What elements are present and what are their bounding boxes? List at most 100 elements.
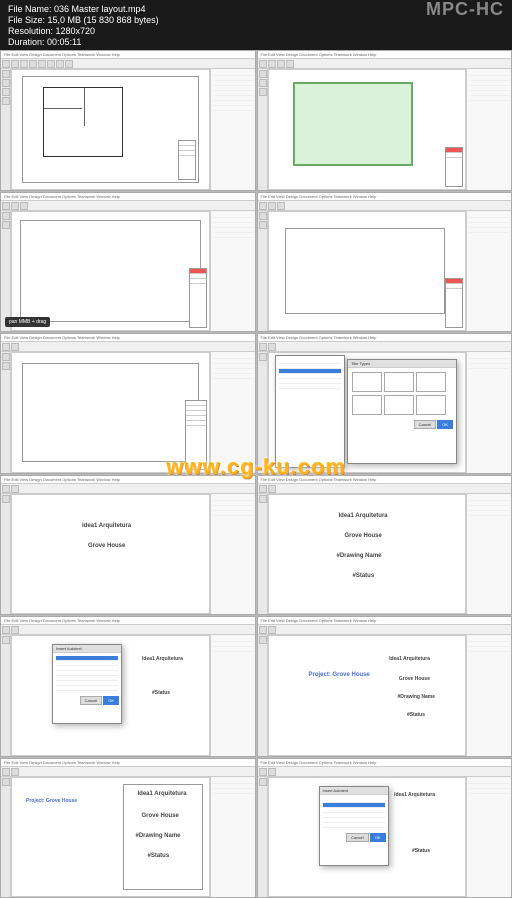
tool-icon[interactable]: [2, 768, 10, 776]
tool-icon[interactable]: [2, 353, 10, 361]
tool-icon[interactable]: [268, 343, 276, 351]
canvas[interactable]: [11, 69, 210, 190]
tool-icon[interactable]: [277, 202, 285, 210]
tool-icon[interactable]: [2, 485, 10, 493]
tool-icon[interactable]: [2, 636, 10, 644]
side-panel[interactable]: [210, 635, 255, 756]
tool-icon[interactable]: [29, 60, 37, 68]
side-panel[interactable]: [210, 352, 255, 473]
side-panel[interactable]: [466, 777, 511, 898]
thumb-4[interactable]: File Edit View Design Document Options T…: [257, 192, 512, 333]
tool-icon[interactable]: [259, 636, 267, 644]
side-panel[interactable]: [210, 494, 255, 615]
tool-icon[interactable]: [268, 202, 276, 210]
tool-icon[interactable]: [2, 495, 10, 503]
tool-icon[interactable]: [259, 485, 267, 493]
side-panel[interactable]: [210, 777, 255, 898]
ok-button[interactable]: OK: [103, 696, 119, 705]
canvas[interactable]: Project: Grove House Idea1 Arquitetura G…: [268, 635, 467, 756]
cancel-button[interactable]: Cancel: [414, 420, 436, 429]
tool-icon[interactable]: [259, 60, 267, 68]
tool-icon[interactable]: [259, 626, 267, 634]
side-panel[interactable]: [466, 211, 511, 332]
tool-icon[interactable]: [11, 768, 19, 776]
canvas[interactable]: [11, 211, 210, 332]
tool-icon[interactable]: [268, 768, 276, 776]
thumb-7[interactable]: File Edit View Design Document Options T…: [0, 475, 256, 616]
tool-icon[interactable]: [259, 88, 267, 96]
canvas[interactable]: Title Types Cancel OK: [268, 352, 467, 473]
autotext-dialog[interactable]: Insert Autotext Cancel OK: [319, 786, 389, 866]
tool-icon[interactable]: [2, 88, 10, 96]
thumb-3[interactable]: File Edit View Design Document Options T…: [0, 192, 256, 333]
thumb-10[interactable]: File Edit View Design Document Options T…: [257, 616, 512, 757]
side-panel[interactable]: [466, 494, 511, 615]
thumb-6[interactable]: File Edit View Design Document Options T…: [257, 333, 512, 474]
tool-icon[interactable]: [2, 362, 10, 370]
tool-icon[interactable]: [259, 495, 267, 503]
cancel-button[interactable]: Cancel: [346, 833, 368, 842]
tool-icon[interactable]: [11, 343, 19, 351]
tool-icon[interactable]: [259, 768, 267, 776]
canvas[interactable]: Project: Grove House Idea1 Arquitetura G…: [11, 777, 210, 898]
side-panel[interactable]: [210, 211, 255, 332]
tool-icon[interactable]: [20, 60, 28, 68]
side-panel[interactable]: [466, 635, 511, 756]
tool-icon[interactable]: [2, 70, 10, 78]
canvas[interactable]: Insert Autotext Cancel OK Idea1 Arquitet…: [268, 777, 467, 898]
tool-icon[interactable]: [277, 60, 285, 68]
tool-icon[interactable]: [2, 97, 10, 105]
tool-icon[interactable]: [268, 626, 276, 634]
tool-icon[interactable]: [268, 60, 276, 68]
thumb-1[interactable]: File Edit View Design Document Options T…: [0, 50, 256, 191]
title-types-dialog[interactable]: Title Types Cancel OK: [347, 359, 457, 464]
tool-icon[interactable]: [268, 485, 276, 493]
tool-icon[interactable]: [38, 60, 46, 68]
canvas[interactable]: Idea1 Arquitetura Grove House #Drawing N…: [268, 494, 467, 615]
thumb-5[interactable]: File Edit View Design Document Options T…: [0, 333, 256, 474]
thumb-2[interactable]: File Edit View Design Document Options T…: [257, 50, 512, 191]
tool-icon[interactable]: [259, 202, 267, 210]
thumb-12[interactable]: File Edit View Design Document Options T…: [257, 758, 512, 898]
thumb-8[interactable]: File Edit View Design Document Options T…: [257, 475, 512, 616]
tool-icon[interactable]: [2, 778, 10, 786]
tool-icon[interactable]: [47, 60, 55, 68]
tool-icon[interactable]: [2, 626, 10, 634]
tool-icon[interactable]: [259, 221, 267, 229]
canvas[interactable]: [268, 69, 467, 190]
tool-icon[interactable]: [2, 60, 10, 68]
ok-button[interactable]: OK: [370, 833, 386, 842]
tool-icon[interactable]: [11, 626, 19, 634]
ok-button[interactable]: OK: [437, 420, 453, 429]
tool-icon[interactable]: [259, 212, 267, 220]
tool-icon[interactable]: [65, 60, 73, 68]
thumb-11[interactable]: File Edit View Design Document Options T…: [0, 758, 256, 898]
navigator-panel[interactable]: [210, 69, 255, 190]
tool-icon[interactable]: [259, 70, 267, 78]
tool-icon[interactable]: [2, 343, 10, 351]
tool-icon[interactable]: [2, 212, 10, 220]
tool-icon[interactable]: [56, 60, 64, 68]
tool-icon[interactable]: [2, 221, 10, 229]
tool-icon[interactable]: [259, 353, 267, 361]
tool-icon[interactable]: [11, 485, 19, 493]
side-panel[interactable]: [466, 352, 511, 473]
navigator-panel[interactable]: [466, 69, 511, 190]
thumb-9[interactable]: File Edit View Design Document Options T…: [0, 616, 256, 757]
tool-icon[interactable]: [286, 60, 294, 68]
canvas[interactable]: Insert Autotext Cancel OK Idea1 Arquitet…: [11, 635, 210, 756]
cancel-button[interactable]: Cancel: [80, 696, 102, 705]
canvas[interactable]: [11, 352, 210, 473]
canvas[interactable]: [268, 211, 467, 332]
tool-icon[interactable]: [2, 79, 10, 87]
tool-icon[interactable]: [11, 60, 19, 68]
tool-icon[interactable]: [2, 202, 10, 210]
tool-icon[interactable]: [259, 778, 267, 786]
autotext-dialog[interactable]: Insert Autotext Cancel OK: [52, 644, 122, 724]
layout-list-dialog[interactable]: [275, 355, 345, 468]
canvas[interactable]: Idea1 Arquitetura Grove House: [11, 494, 210, 615]
tool-icon[interactable]: [11, 202, 19, 210]
tool-icon[interactable]: [20, 202, 28, 210]
tool-icon[interactable]: [259, 343, 267, 351]
tool-icon[interactable]: [259, 79, 267, 87]
